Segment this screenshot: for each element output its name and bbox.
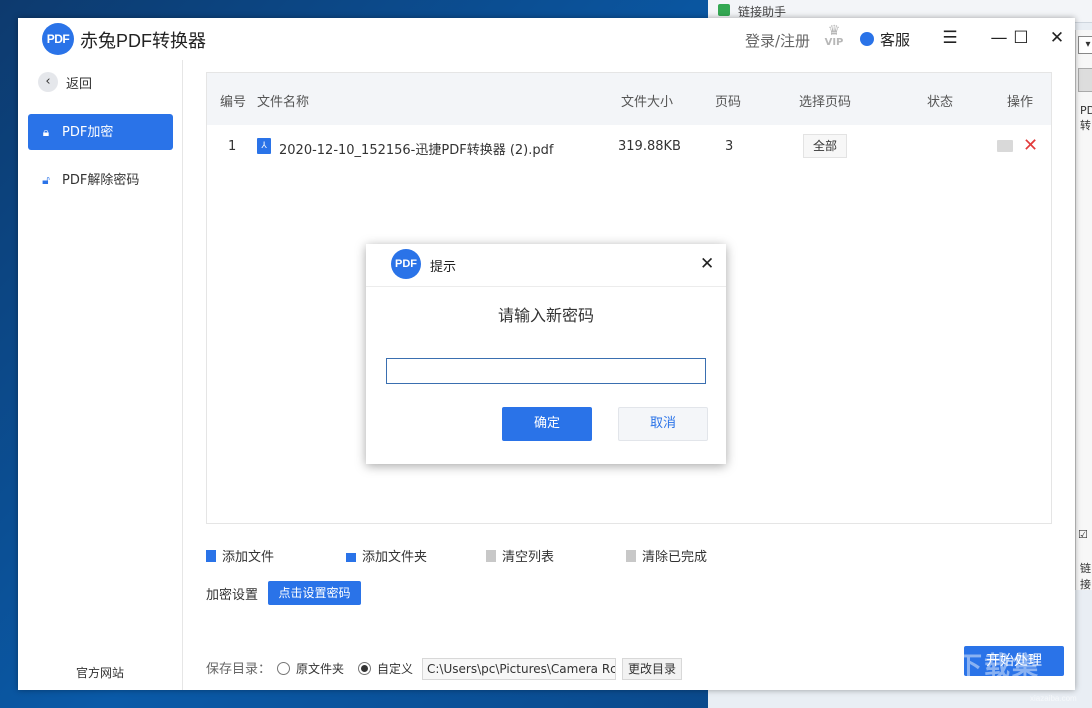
encryption-settings-label: 加密设置: [206, 584, 258, 603]
trash-icon: [486, 550, 496, 562]
clear-list-label: 清空列表: [502, 550, 554, 565]
background-side-text-2: 链接: [1080, 560, 1092, 592]
login-register-link[interactable]: 登录/注册: [745, 30, 810, 51]
add-folder-label: 添加文件夹: [362, 550, 427, 565]
trash-icon: [626, 550, 636, 562]
folder-icon[interactable]: [997, 140, 1013, 152]
unlock-icon: 🔓︎: [40, 162, 52, 198]
sidebar-item-pdf-decrypt[interactable]: 🔓︎ PDF解除密码: [28, 162, 173, 198]
sidebar: ‹ 返回 🔒︎ PDF加密 🔓︎ PDF解除密码 官方网站: [18, 60, 183, 690]
cancel-button[interactable]: 取消: [618, 407, 708, 441]
clear-list-button[interactable]: 清空列表: [486, 546, 554, 566]
dialog-title: 提示: [430, 256, 456, 275]
back-button[interactable]: ‹ 返回: [38, 72, 92, 94]
crown-icon: ♛: [822, 25, 846, 37]
row-index: 1: [228, 139, 236, 154]
background-window-side: ▾ PDF转 ☑ 链接: [1075, 30, 1092, 590]
table-header: 编号 文件名称 文件大小 页码 选择页码 状态 操作: [207, 73, 1051, 125]
watermark-url: xiazaiba.com: [1030, 694, 1077, 703]
header-status: 状态: [927, 91, 953, 110]
minimize-button[interactable]: —: [987, 26, 1011, 50]
radio-custom-folder[interactable]: 自定义: [358, 660, 413, 677]
new-password-input[interactable]: [386, 358, 706, 384]
watermark-logo: 下载集: [956, 646, 1040, 683]
checkbox-icon[interactable]: ☑: [1078, 528, 1088, 541]
page-select-button[interactable]: 全部: [803, 134, 847, 158]
app-title: 赤兔PDF转换器: [80, 27, 206, 53]
sidebar-item-label: PDF解除密码: [62, 173, 139, 188]
header-page-select: 选择页码: [799, 91, 851, 110]
dialog-prompt: 请输入新密码: [366, 302, 726, 326]
add-folder-button[interactable]: 添加文件夹: [346, 546, 427, 566]
radio-label: 原文件夹: [296, 662, 344, 676]
save-path-field[interactable]: C:\Users\pc\Pictures\Camera Rc: [422, 658, 616, 680]
confirm-button[interactable]: 确定: [502, 407, 592, 441]
clear-done-button[interactable]: 清除已完成: [626, 546, 707, 566]
chevron-left-icon: ‹: [38, 72, 58, 92]
close-window-button[interactable]: ✕: [1045, 26, 1069, 50]
header-size: 文件大小: [621, 91, 673, 110]
clear-done-label: 清除已完成: [642, 550, 707, 565]
maximize-button[interactable]: ☐: [1009, 26, 1033, 50]
radio-icon: [277, 662, 290, 675]
dropdown-icon[interactable]: ▾: [1078, 36, 1092, 54]
vip-icon[interactable]: ♛VIP: [822, 25, 846, 49]
radio-original-folder[interactable]: 原文件夹: [277, 660, 344, 677]
vip-label: VIP: [825, 37, 844, 48]
official-site-link[interactable]: 官方网站: [18, 664, 182, 681]
sidebar-item-label: PDF加密: [62, 125, 113, 140]
background-side-text: PDF转: [1080, 104, 1092, 133]
add-file-button[interactable]: 添加文件: [206, 546, 274, 566]
app-icon: [718, 4, 730, 16]
radio-selected-icon: [358, 662, 371, 675]
add-file-label: 添加文件: [222, 550, 274, 565]
service-icon: [860, 32, 874, 46]
pdf-file-icon: ⅄: [257, 138, 271, 154]
customer-service-button[interactable]: 客服: [860, 29, 910, 50]
set-password-button[interactable]: 点击设置密码: [268, 581, 361, 605]
scrollbar[interactable]: [1078, 68, 1092, 92]
file-icon: [206, 550, 216, 562]
delete-icon[interactable]: ✕: [1023, 135, 1038, 156]
change-directory-button[interactable]: 更改目录: [622, 658, 682, 680]
header-index: 编号: [220, 91, 246, 110]
row-pages: 3: [725, 139, 733, 154]
lock-icon: 🔒︎: [40, 114, 52, 150]
table-row[interactable]: 1 ⅄ 2020-12-10_152156-迅捷PDF转换器 (2).pdf 3…: [207, 125, 1051, 169]
header-filename: 文件名称: [257, 91, 309, 110]
row-size: 319.88KB: [618, 139, 681, 154]
save-directory-label: 保存目录：: [206, 658, 271, 677]
password-dialog: PDF 提示 ✕ 请输入新密码 确定 取消: [366, 244, 726, 464]
menu-icon[interactable]: ☰: [938, 26, 962, 50]
dialog-close-icon[interactable]: ✕: [700, 254, 714, 274]
dialog-logo: PDF: [391, 249, 421, 279]
header-pages: 页码: [715, 91, 741, 110]
row-filename: 2020-12-10_152156-迅捷PDF转换器 (2).pdf: [279, 139, 553, 158]
radio-label: 自定义: [377, 662, 413, 676]
back-label: 返回: [66, 77, 92, 92]
service-label: 客服: [880, 31, 910, 49]
header-actions: 操作: [1007, 91, 1033, 110]
sidebar-item-pdf-encrypt[interactable]: 🔒︎ PDF加密: [28, 114, 173, 150]
folder-add-icon: [346, 553, 356, 562]
app-logo: PDF: [42, 23, 74, 55]
dialog-header: PDF 提示 ✕: [366, 244, 726, 287]
title-bar: PDF 赤兔PDF转换器 登录/注册 ♛VIP 客服 ☰ — ☐ ✕: [18, 18, 1075, 60]
